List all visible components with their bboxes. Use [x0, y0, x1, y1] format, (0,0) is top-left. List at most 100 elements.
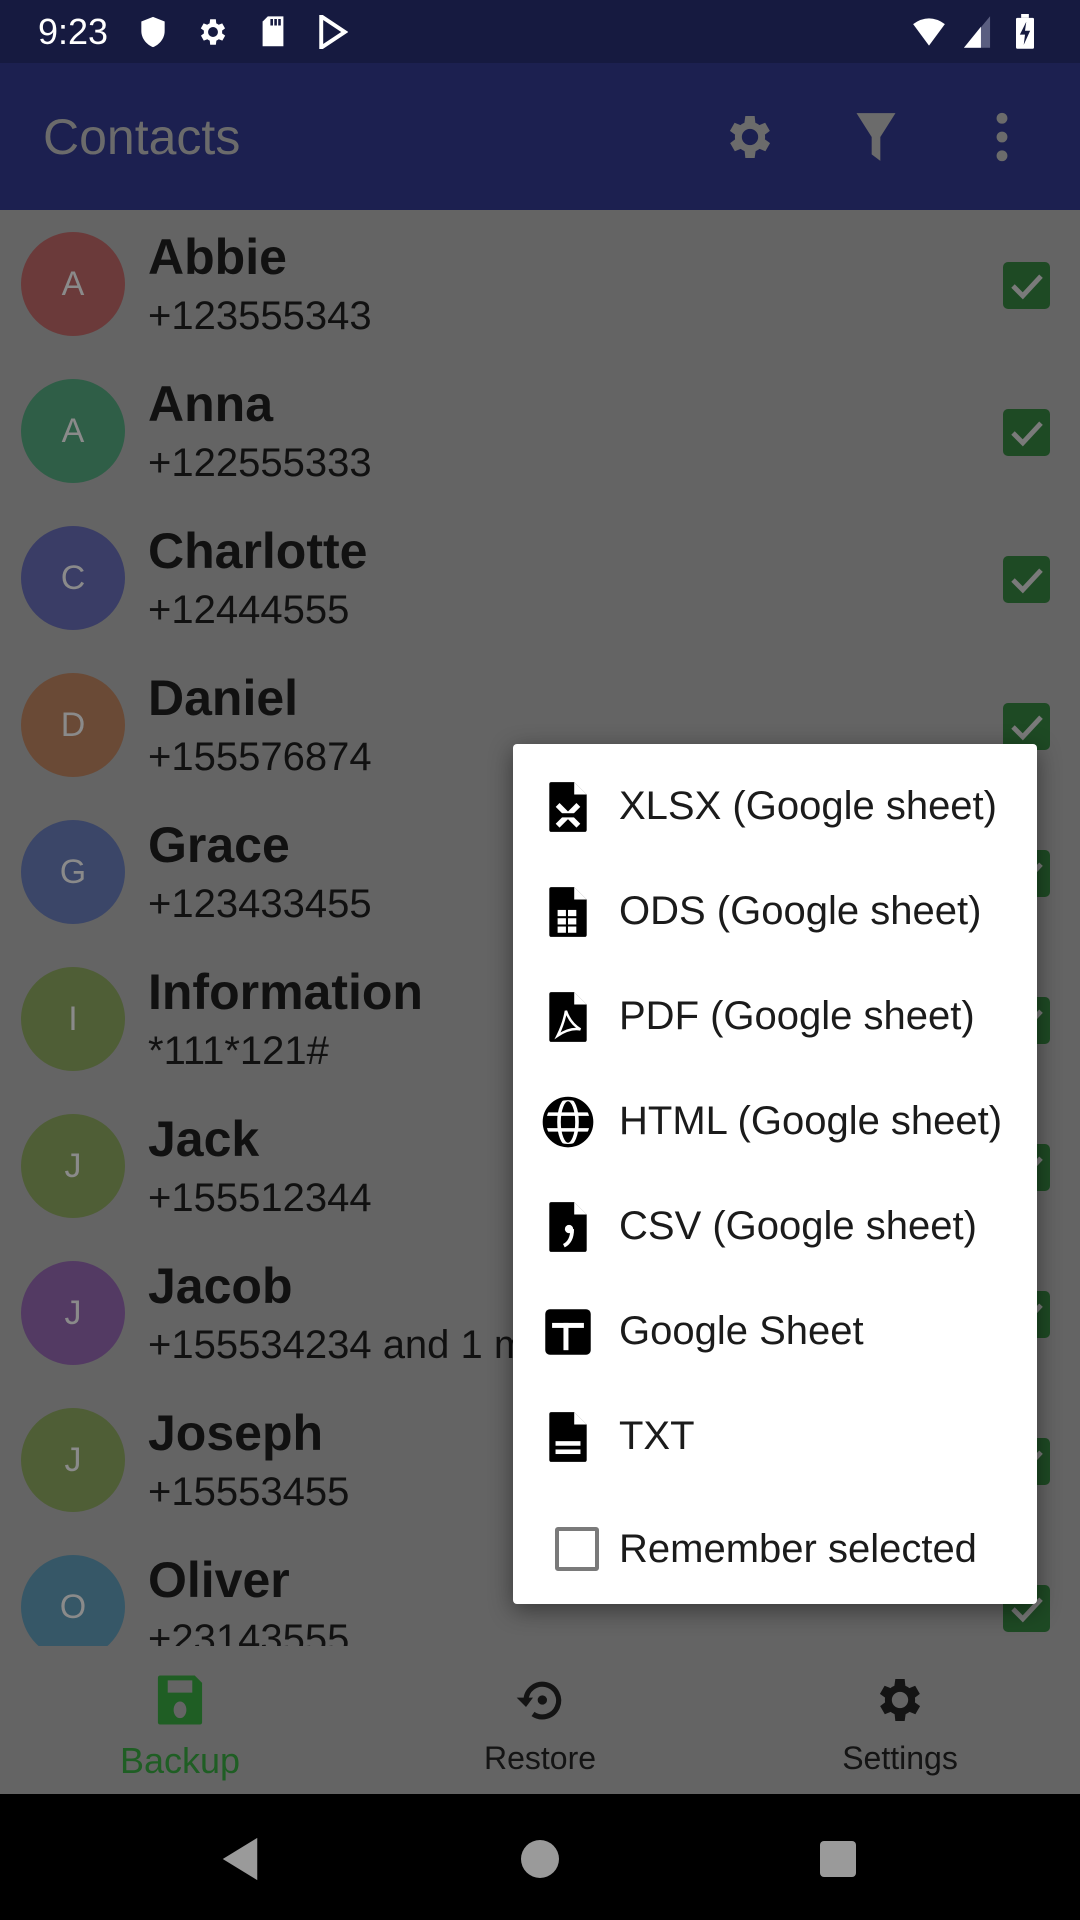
avatar-initial: I	[68, 999, 78, 1038]
avatar-initial: J	[64, 1440, 82, 1479]
menu-item-ods[interactable]: ODS (Google sheet)	[513, 859, 1037, 964]
avatar-initial: A	[61, 264, 85, 303]
app-bar-actions	[715, 102, 1037, 172]
battery-charging-icon	[1008, 13, 1042, 49]
avatar: J	[21, 1114, 125, 1218]
contact-phone: *111*121#	[148, 1029, 329, 1073]
contact-phone: +15553455	[148, 1470, 350, 1514]
csv-file-icon	[540, 1199, 596, 1255]
recents-icon[interactable]	[813, 1834, 863, 1884]
contact-phone: +122555333	[148, 441, 372, 485]
filter-icon[interactable]	[841, 102, 911, 172]
contact-row[interactable]: A Anna +122555333	[0, 357, 1080, 504]
play-store-icon	[316, 14, 350, 49]
avatar-initial: O	[59, 1587, 87, 1626]
menu-item-google-sheet[interactable]: Google Sheet	[513, 1279, 1037, 1384]
gear-icon	[196, 15, 230, 49]
menu-item-label: HTML (Google sheet)	[619, 1099, 1003, 1143]
menu-item-html[interactable]: HTML (Google sheet)	[513, 1069, 1037, 1174]
menu-item-label: XLSX (Google sheet)	[619, 784, 997, 828]
overflow-menu-icon[interactable]	[967, 102, 1037, 172]
menu-item-label: PDF (Google sheet)	[619, 994, 975, 1038]
avatar-initial: G	[59, 852, 87, 891]
avatar: O	[21, 1555, 125, 1646]
wifi-icon	[912, 15, 946, 49]
nav-label: Backup	[119, 1740, 241, 1781]
nav-backup[interactable]: Backup	[0, 1646, 360, 1794]
nav-restore[interactable]: Restore	[360, 1646, 720, 1794]
contact-row[interactable]: A Abbie +123555343	[0, 210, 1080, 357]
google-sheet-icon	[540, 1304, 596, 1360]
settings-icon	[868, 1668, 932, 1732]
remember-selected-checkbox[interactable]	[555, 1527, 599, 1571]
contact-phone: +23143555	[148, 1617, 350, 1646]
avatar: D	[21, 673, 125, 777]
contact-checkbox[interactable]	[1003, 556, 1050, 603]
checkmark-icon	[1010, 421, 1043, 446]
contact-phone: +155576874	[148, 735, 372, 779]
remember-selected-checkbox-row[interactable]: Remember selected	[513, 1494, 1037, 1604]
contact-checkbox[interactable]	[1003, 703, 1050, 750]
contact-name: Joseph	[148, 1405, 324, 1461]
avatar: A	[21, 232, 125, 336]
home-icon[interactable]	[515, 1834, 565, 1884]
contact-phone: +12444555	[148, 588, 350, 632]
shield-icon	[136, 15, 170, 49]
menu-item-label: TXT	[619, 1414, 695, 1458]
checkmark-icon	[1010, 715, 1043, 740]
contact-name: Daniel	[148, 670, 299, 726]
menu-item-xlsx[interactable]: XLSX (Google sheet)	[513, 754, 1037, 859]
avatar-initial: J	[64, 1293, 82, 1332]
menu-item-txt[interactable]: TXT	[513, 1384, 1037, 1489]
contact-name: Grace	[148, 817, 290, 873]
avatar: C	[21, 526, 125, 630]
menu-item-pdf[interactable]: PDF (Google sheet)	[513, 964, 1037, 1069]
nav-label: Settings	[842, 1740, 958, 1776]
contact-phone: +123555343	[148, 294, 372, 338]
contact-checkbox[interactable]	[1003, 409, 1050, 456]
save-icon	[148, 1668, 212, 1732]
status-icons-left	[136, 14, 350, 49]
bottom-navigation: Backup Restore Settings	[0, 1646, 1080, 1794]
contact-name: Jack	[148, 1111, 260, 1167]
avatar-initial: C	[60, 558, 86, 597]
export-format-menu: XLSX (Google sheet) ODS (Google sheet) P…	[513, 744, 1037, 1604]
system-navigation-bar	[0, 1794, 1080, 1920]
avatar-initial: A	[61, 411, 85, 450]
contact-name: Anna	[148, 376, 273, 432]
sd-card-icon	[256, 15, 290, 49]
txt-file-icon	[540, 1409, 596, 1465]
cell-signal-icon	[960, 15, 994, 49]
status-time: 9:23	[38, 10, 109, 52]
nav-settings[interactable]: Settings	[720, 1646, 1080, 1794]
menu-item-label: ODS (Google sheet)	[619, 889, 982, 933]
avatar: J	[21, 1261, 125, 1365]
avatar: J	[21, 1408, 125, 1512]
pdf-file-icon	[540, 989, 596, 1045]
checkmark-icon	[1010, 274, 1043, 299]
contact-name: Information	[148, 964, 423, 1020]
avatar: I	[21, 967, 125, 1071]
settings-icon[interactable]	[715, 102, 785, 172]
menu-item-csv[interactable]: CSV (Google sheet)	[513, 1174, 1037, 1279]
avatar-initial: D	[60, 705, 86, 744]
contact-row[interactable]: C Charlotte +12444555	[0, 504, 1080, 651]
ods-file-icon	[540, 884, 596, 940]
avatar: G	[21, 820, 125, 924]
status-icons-right	[912, 13, 1042, 49]
status-bar: 9:23	[0, 0, 1080, 63]
menu-item-label: Google Sheet	[619, 1309, 864, 1353]
back-icon[interactable]	[215, 1834, 265, 1884]
checkmark-icon	[1010, 568, 1043, 593]
remember-selected-label: Remember selected	[619, 1526, 977, 1571]
contact-name: Oliver	[148, 1552, 290, 1608]
avatar: A	[21, 379, 125, 483]
page-title: Contacts	[43, 108, 241, 165]
contact-phone: +123433455	[148, 882, 372, 926]
xlsx-file-icon	[540, 779, 596, 835]
contact-name: Abbie	[148, 229, 287, 285]
globe-icon	[540, 1094, 596, 1150]
menu-item-label: CSV (Google sheet)	[619, 1204, 977, 1248]
avatar-initial: J	[64, 1146, 82, 1185]
contact-checkbox[interactable]	[1003, 262, 1050, 309]
